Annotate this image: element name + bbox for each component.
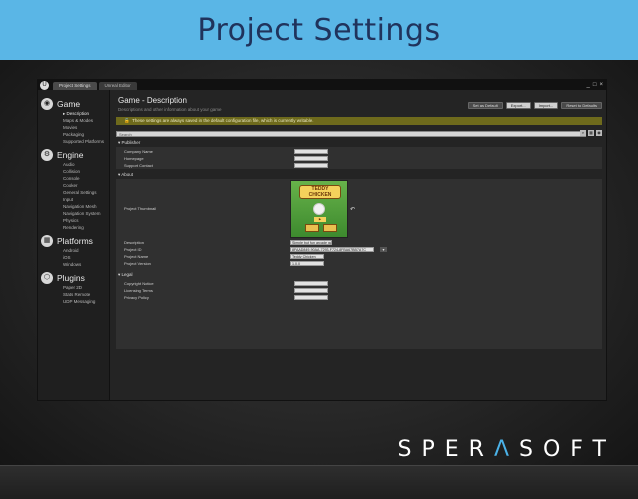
licensing-terms-field[interactable] (294, 288, 328, 293)
teddy-chicken-logo: TEDDY CHICKEN (299, 185, 341, 199)
options-button-icon (323, 224, 337, 232)
privacy-policy-field[interactable] (294, 295, 328, 300)
row-project-id: Project ID (124, 247, 142, 252)
sidebar-item-cooker[interactable]: Cooker (41, 182, 106, 189)
sidebar-item-console[interactable]: Console (41, 175, 106, 182)
project-thumbnail[interactable]: TEDDY CHICKEN ▶ (290, 180, 348, 238)
unreal-editor-window: U Project Settings Unreal Editor _ □ × ◉… (37, 79, 607, 401)
chicken-icon (313, 203, 325, 215)
row-project-thumbnail: Project Thumbnail (124, 206, 157, 211)
slide-title: Project Settings (197, 12, 441, 48)
play-label-icon: ▶ (314, 217, 326, 222)
sidebar-item-audio[interactable]: Audio (41, 161, 106, 168)
section-publisher[interactable]: ▾ Publisher (116, 140, 602, 146)
row-project-version: Project Version (124, 261, 151, 266)
import-button[interactable]: Import... (533, 102, 559, 109)
page-subtitle: Descriptions and other information about… (118, 107, 222, 112)
company-name-field[interactable] (294, 149, 328, 154)
search-icon[interactable]: ⌕ (580, 130, 586, 136)
sidebar-item-navigation-mesh[interactable]: Navigation Mesh (41, 203, 106, 210)
description-field[interactable]: Simple but fun arcade game (290, 240, 332, 245)
page-title: Game - Description (118, 96, 187, 105)
sidebar-item-input[interactable]: Input (41, 196, 106, 203)
row-project-name: Project Name (124, 254, 149, 259)
settings-sidebar: ◉ Game ▸ Description Maps & Modes Movies… (38, 90, 110, 400)
platforms-icon: ▦ (41, 235, 53, 247)
sidebar-item-movies[interactable]: Movies (41, 124, 106, 131)
minimize-icon[interactable]: _ (587, 81, 590, 89)
lock-icon: 🔓 (124, 118, 130, 123)
tab-unreal-editor[interactable]: Unreal Editor (98, 82, 137, 90)
row-privacy-policy: Privacy Policy (124, 295, 149, 300)
sidebar-item-paper-2d[interactable]: Paper 2D (41, 284, 106, 291)
category-platforms: ▦ Platforms (41, 235, 106, 247)
section-legal[interactable]: ▾ Legal (116, 272, 602, 278)
slide-header: Project Settings (0, 0, 638, 60)
tab-project-settings[interactable]: Project Settings (53, 82, 97, 90)
project-id-field[interactable]: 8FAAD849-90AA-7293-F724-8FBA67BB7A7C (290, 247, 374, 252)
search-input[interactable]: Search (116, 131, 586, 137)
row-description: Description (124, 240, 145, 245)
decorative-band (0, 465, 638, 499)
sidebar-item-android[interactable]: Android (41, 247, 106, 254)
category-game: ◉ Game (41, 98, 106, 110)
publisher-box: Company Name Homepage Support Contact (116, 147, 602, 169)
sidebar-item-windows[interactable]: Windows (41, 261, 106, 268)
engine-icon: ⚙ (41, 149, 53, 161)
sidebar-item-collision[interactable]: Collision (41, 168, 106, 175)
window-controls: _ □ × (587, 81, 603, 89)
eye-icon[interactable]: ◉ (596, 130, 602, 136)
sidebar-item-navigation-system[interactable]: Navigation System (41, 210, 106, 217)
sidebar-item-physics[interactable]: Physics (41, 217, 106, 224)
about-box (116, 179, 602, 349)
project-version-field[interactable]: 1.0.0 (290, 261, 324, 266)
sidebar-item-maps-modes[interactable]: Maps & Modes (41, 117, 106, 124)
close-icon[interactable]: × (599, 81, 603, 89)
sidebar-item-rendering[interactable]: Rendering (41, 224, 106, 231)
row-company-name: Company Name (124, 149, 153, 154)
game-icon: ◉ (41, 98, 53, 110)
row-licensing-terms: Licensing Terms (124, 288, 153, 293)
play-button-icon (305, 224, 319, 232)
row-copyright-notice: Copyright Notice (124, 281, 154, 286)
maximize-icon[interactable]: □ (593, 81, 597, 89)
row-support-contact: Support Contact (124, 163, 153, 168)
sidebar-item-packaging[interactable]: Packaging (41, 131, 106, 138)
unreal-logo-icon: U (40, 81, 49, 90)
support-contact-field[interactable] (294, 163, 328, 168)
section-about[interactable]: ▾ About (116, 172, 602, 178)
search-tools: ⌕ ▦ ◉ (580, 130, 602, 136)
category-plugins: ⬡ Plugins (41, 272, 106, 284)
header-buttons: Set as Default Export... Import... Reset… (467, 102, 602, 109)
sperasoft-logo: SPERΛSOFT (397, 437, 616, 462)
sidebar-item-supported-platforms[interactable]: Supported Platforms (41, 138, 106, 145)
sidebar-item-udp-messaging[interactable]: UDP Messaging (41, 298, 106, 305)
export-button[interactable]: Export... (505, 102, 531, 109)
writable-notice: 🔓 These settings are always saved in the… (116, 117, 602, 125)
project-name-field[interactable]: Teddy Chicken (290, 254, 324, 259)
homepage-field[interactable] (294, 156, 328, 161)
reset-to-defaults-button[interactable]: Reset to Defaults (561, 102, 602, 109)
sidebar-item-general-settings[interactable]: General Settings (41, 189, 106, 196)
legal-box: Copyright Notice Licensing Terms Privacy… (116, 279, 602, 301)
thumbnail-arrow-icon[interactable]: ↶ (350, 206, 355, 213)
chevron-down-icon[interactable]: ▾ (380, 247, 387, 252)
plugins-icon: ⬡ (41, 272, 53, 284)
grid-view-icon[interactable]: ▦ (588, 130, 594, 136)
sidebar-item-ios[interactable]: iOS (41, 254, 106, 261)
copyright-notice-field[interactable] (294, 281, 328, 286)
window-titlebar: U Project Settings Unreal Editor _ □ × (38, 80, 606, 90)
settings-panel: Game - Description Descriptions and othe… (112, 90, 606, 400)
sidebar-item-stats-remote[interactable]: Stats Remote (41, 291, 106, 298)
row-homepage: Homepage (124, 156, 144, 161)
category-engine: ⚙ Engine (41, 149, 106, 161)
sidebar-item-description[interactable]: ▸ Description (41, 110, 106, 117)
set-as-default-button[interactable]: Set as Default (467, 102, 503, 109)
